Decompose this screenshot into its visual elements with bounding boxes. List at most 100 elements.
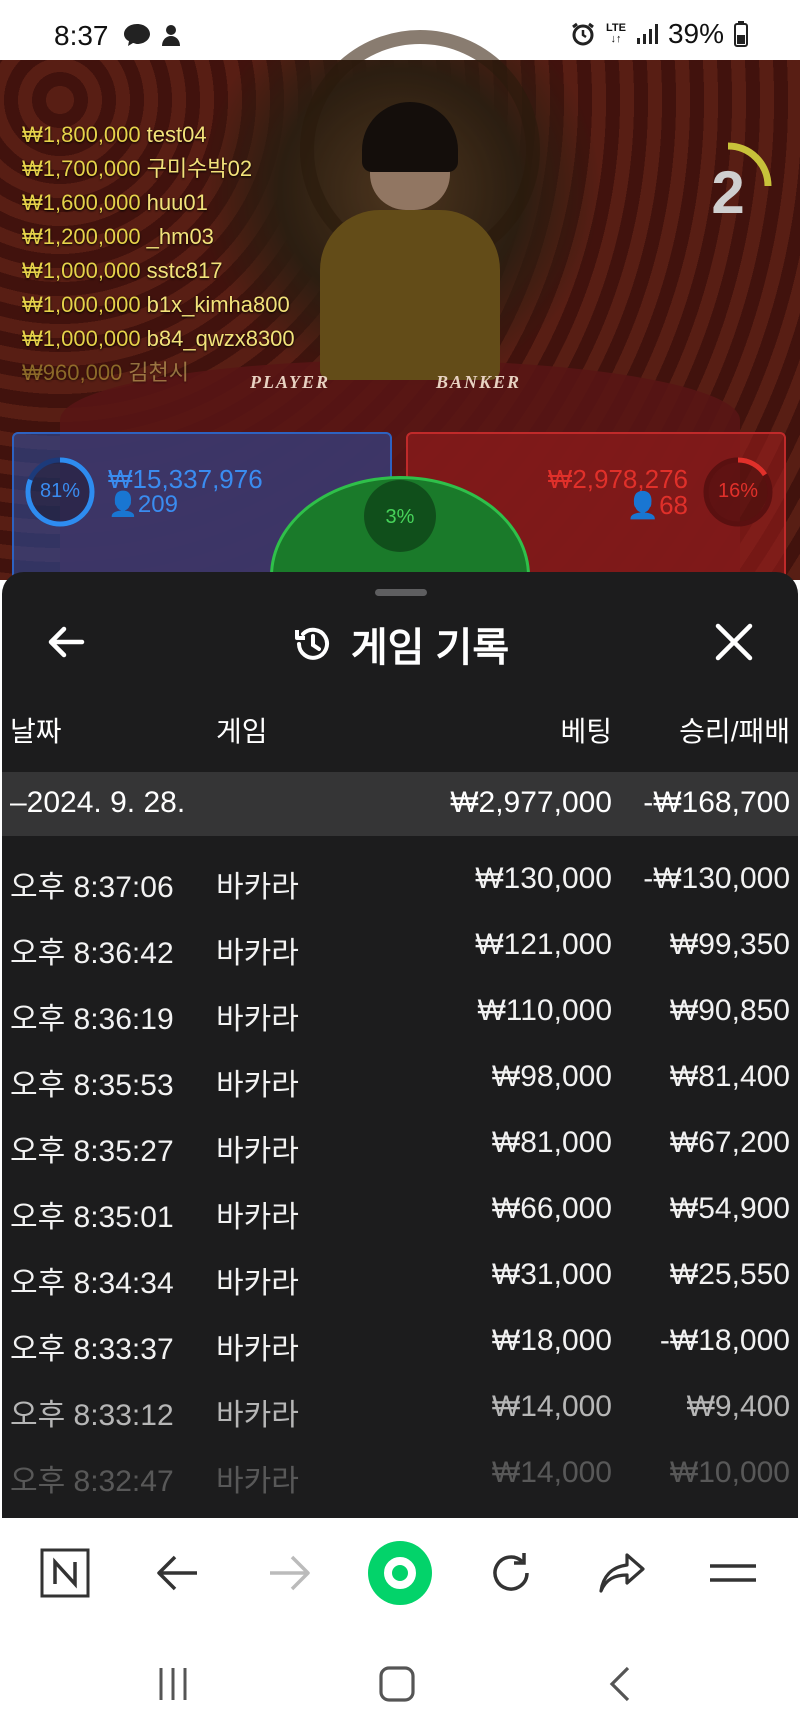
history-row[interactable]: 오후 8:35:53 바카라 ₩98,000 ₩81,400 (2, 1046, 798, 1112)
row-game: 바카라 (216, 1201, 299, 1234)
history-row[interactable]: 오후 8:37:06 바카라 ₩130,000 -₩130,000 (2, 848, 798, 914)
bet-feed-item: ₩1,200,000 _hm03 (22, 224, 214, 249)
history-row[interactable]: 오후 8:32:47 바카라 ₩14,000 ₩10,000 (2, 1442, 798, 1508)
row-result: ₩67,200 (669, 1126, 790, 1159)
column-header-game[interactable]: 게임 (216, 710, 268, 750)
history-row[interactable]: 오후 8:33:12 바카라 ₩14,000 ₩9,400 (2, 1376, 798, 1442)
browser-menu-button[interactable] (698, 1540, 768, 1606)
bet-feed-item: ₩1,000,000 b1x_kimha800 (22, 292, 290, 317)
row-time: 오후 8:37:06 (10, 871, 174, 904)
history-rows: 오후 8:37:06 바카라 ₩130,000 -₩130,000 오후 8:3… (2, 848, 798, 1508)
date-group-total-result: -₩168,700 (643, 786, 790, 819)
row-bet: ₩66,000 (491, 1192, 612, 1225)
home-button[interactable] (367, 1654, 427, 1714)
row-result: -₩18,000 (659, 1324, 790, 1357)
share-button[interactable] (587, 1540, 657, 1606)
system-back-button[interactable] (591, 1654, 651, 1714)
status-time: 8:37 (54, 20, 109, 51)
row-time: 오후 8:36:42 (10, 937, 174, 970)
row-bet: ₩130,000 (475, 862, 612, 895)
row-game: 바카라 (216, 1135, 299, 1168)
alarm-icon (572, 22, 594, 46)
date-group-label: –2024. 9. 28. (10, 786, 186, 819)
notification-icon (162, 25, 180, 46)
row-bet: ₩14,000 (491, 1456, 612, 1489)
bet-feed-item: ₩1,700,000 구미수박02 (22, 156, 253, 181)
player-percent: 81% (39, 480, 81, 502)
history-row[interactable]: 오후 8:35:01 바카라 ₩66,000 ₩54,900 (2, 1178, 798, 1244)
row-bet: ₩81,000 (491, 1126, 612, 1159)
browser-toolbar (0, 1518, 800, 1626)
column-header-result[interactable]: 승리/패배 (679, 710, 790, 750)
row-bet: ₩31,000 (491, 1258, 612, 1291)
recent-apps-button[interactable] (143, 1654, 203, 1714)
sheet-header: 게임 기록 (2, 616, 798, 672)
row-game: 바카라 (216, 937, 299, 970)
close-button[interactable] (708, 616, 760, 668)
row-game: 바카라 (216, 871, 299, 904)
row-game: 바카라 (216, 1465, 299, 1498)
history-icon (294, 627, 329, 660)
naver-logo-icon (40, 1548, 90, 1598)
sheet-drag-handle[interactable] (375, 589, 427, 596)
banker-bettor-count: 👤68 (626, 490, 688, 520)
history-row[interactable]: 오후 8:36:42 바카라 ₩121,000 ₩99,350 (2, 914, 798, 980)
row-result: ₩10,000 (669, 1456, 790, 1489)
row-game: 바카라 (216, 1399, 299, 1432)
menu-icon (710, 1564, 756, 1582)
screen: 8:37 LTE ↓↑ 39% PLAYER BANKER ₩1,800,000 t… (0, 0, 800, 1734)
row-time: 오후 8:34:34 (10, 1267, 174, 1300)
bet-feed-item: ₩1,600,000 huu01 (22, 190, 208, 215)
row-bet: ₩121,000 (475, 928, 612, 961)
green-dot-icon (368, 1541, 432, 1605)
row-time: 오후 8:32:47 (10, 1465, 174, 1498)
date-group-total-bet: ₩2,977,000 (450, 786, 612, 819)
row-bet: ₩110,000 (477, 994, 612, 1027)
naver-home-button[interactable] (30, 1540, 100, 1606)
recent-apps-icon (159, 1668, 187, 1700)
date-group-row[interactable]: –2024. 9. 28. ₩2,977,000 -₩168,700 (2, 772, 798, 836)
row-bet: ₩14,000 (491, 1390, 612, 1423)
messenger-icon (124, 24, 150, 46)
row-game: 바카라 (216, 1069, 299, 1102)
column-header-date[interactable]: 날짜 (10, 710, 62, 750)
column-header-bet[interactable]: 베팅 (560, 710, 612, 750)
sheet-title: 게임 기록 (350, 626, 510, 670)
back-arrow-icon (157, 1555, 197, 1591)
status-notification-icons (122, 22, 184, 48)
player-bettor-count: 👤209 (108, 491, 178, 518)
banker-percent: 16% (717, 480, 759, 502)
row-result: ₩54,900 (669, 1192, 790, 1225)
browser-forward-button[interactable] (254, 1540, 324, 1606)
history-row[interactable]: 오후 8:33:37 바카라 ₩18,000 -₩18,000 (2, 1310, 798, 1376)
row-time: 오후 8:33:37 (10, 1333, 174, 1366)
user-icon: 👤 (626, 490, 660, 520)
bet-feed-item: ₩1,800,000 test04 (22, 122, 207, 147)
row-bet: ₩98,000 (491, 1060, 612, 1093)
naver-green-dot-button[interactable] (365, 1540, 435, 1606)
forward-arrow-icon (270, 1555, 310, 1591)
row-result: ₩81,400 (669, 1060, 790, 1093)
battery-percent: 39% (667, 18, 724, 49)
row-game: 바카라 (216, 1003, 299, 1036)
history-row[interactable]: 오후 8:36:19 바카라 ₩110,000 ₩90,850 (2, 980, 798, 1046)
history-table-header: 날짜 게임 베팅 승리/패배 (2, 702, 798, 752)
game-history-sheet: 게임 기록 날짜 게임 베팅 승리/패배 –2024. 9. 28. ₩2,97… (2, 572, 798, 1518)
back-icon (609, 1666, 630, 1702)
row-time: 오후 8:36:19 (10, 1003, 174, 1036)
row-time: 오후 8:35:27 (10, 1135, 174, 1168)
history-row[interactable]: 오후 8:34:34 바카라 ₩31,000 ₩25,550 (2, 1244, 798, 1310)
countdown-timer: 2 (682, 140, 774, 232)
bet-feed-item: ₩960,000 김천시 (22, 360, 190, 385)
close-icon (715, 623, 753, 661)
row-game: 바카라 (216, 1333, 299, 1366)
history-row[interactable]: 오후 8:35:27 바카라 ₩81,000 ₩67,200 (2, 1112, 798, 1178)
row-result: ₩99,350 (669, 928, 790, 961)
browser-back-button[interactable] (143, 1540, 213, 1606)
row-time: 오후 8:35:53 (10, 1069, 174, 1102)
signal-icon (636, 24, 658, 44)
refresh-button[interactable] (476, 1540, 546, 1606)
row-game: 바카라 (216, 1267, 299, 1300)
user-icon: 👤 (108, 491, 138, 518)
battery-icon (734, 21, 748, 47)
